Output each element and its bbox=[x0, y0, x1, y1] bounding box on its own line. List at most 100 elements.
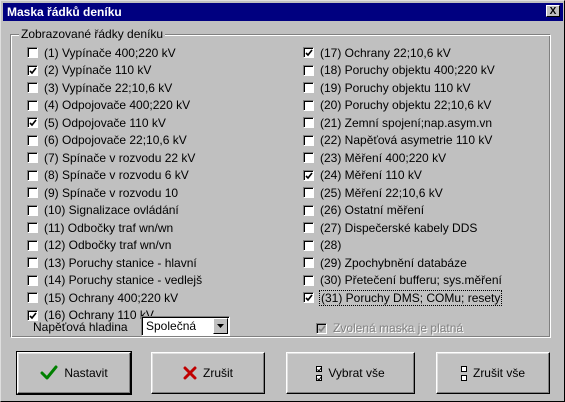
checkbox-box[interactable] bbox=[303, 64, 314, 76]
checkbox-column-right: (17) Ochrany 22;10,6 kV (18) Poruchy obje… bbox=[303, 44, 503, 307]
journal-row-checkbox[interactable]: (22) Napěťová asymetrie 110 kV bbox=[303, 132, 502, 150]
journal-row-checkbox[interactable]: (1) Vypínače 400;220 kV bbox=[27, 44, 202, 62]
checkbox-box[interactable] bbox=[303, 222, 314, 234]
checkbox-box[interactable] bbox=[303, 117, 314, 129]
checkbox-label: (7) Spínače v rozvodu 22 kV bbox=[44, 150, 196, 165]
journal-row-checkbox[interactable]: (12) Odbočky traf wn/vn bbox=[27, 237, 202, 255]
checkbox-box[interactable] bbox=[303, 292, 314, 304]
checkbox-label: (27) Dispečerské kabely DDS bbox=[320, 220, 478, 235]
checkbox-label: (13) Poruchy stanice - hlavní bbox=[44, 255, 197, 270]
checkbox-box[interactable] bbox=[303, 169, 314, 181]
journal-row-checkbox[interactable]: (11) Odbočky traf wn/wn bbox=[27, 219, 202, 237]
journal-row-checkbox[interactable]: (14) Poruchy stanice - vedlejš bbox=[27, 272, 202, 290]
checkbox-box[interactable] bbox=[27, 82, 38, 94]
journal-row-checkbox[interactable]: (3) Vypínače 22;10,6 kV bbox=[27, 79, 202, 97]
journal-row-checkbox[interactable]: (7) Spínače v rozvodu 22 kV bbox=[27, 149, 202, 167]
checkbox-box[interactable] bbox=[27, 47, 38, 59]
checkbox-box[interactable] bbox=[27, 99, 38, 111]
checkbox-box[interactable] bbox=[303, 82, 314, 94]
checkmark-icon bbox=[29, 119, 37, 127]
green-check-icon bbox=[40, 365, 58, 380]
journal-row-checkbox[interactable]: (23) Měření 400;220 kV bbox=[303, 149, 502, 167]
checkbox-box[interactable] bbox=[27, 257, 38, 269]
journal-row-checkbox[interactable]: (2) Vypínače 110 kV bbox=[27, 62, 202, 80]
journal-row-checkbox[interactable]: (27) Dispečerské kabely DDS bbox=[303, 219, 502, 237]
checkbox-label: (24) Měření 110 kV bbox=[320, 168, 422, 183]
journal-row-checkbox[interactable]: (19) Poruchy objektu 110 kV bbox=[303, 79, 502, 97]
checkbox-box[interactable] bbox=[303, 152, 314, 164]
checkbox-box[interactable] bbox=[27, 292, 38, 304]
mask-valid-checkbox[interactable]: Zvolená maska je platná bbox=[316, 321, 463, 335]
checkbox-box[interactable] bbox=[27, 117, 38, 129]
checkbox-box[interactable] bbox=[27, 187, 38, 199]
journal-row-checkbox[interactable]: (28) bbox=[303, 237, 502, 255]
checkbox-label: (17) Ochrany 22;10,6 kV bbox=[320, 45, 451, 60]
checkbox-label: (18) Poruchy objektu 400;220 kV bbox=[320, 63, 495, 78]
checkbox-label: (19) Poruchy objektu 110 kV bbox=[320, 80, 471, 95]
checkmark-icon bbox=[29, 312, 37, 319]
checkbox-column-left: (1) Vypínače 400;220 kV (2) Vypínače 110 … bbox=[27, 44, 202, 324]
journal-row-checkbox[interactable]: (18) Poruchy objektu 400;220 kV bbox=[303, 62, 502, 80]
checkbox-box[interactable] bbox=[303, 99, 314, 111]
journal-row-checkbox[interactable]: (24) Měření 110 kV bbox=[303, 167, 502, 185]
journal-row-checkbox[interactable]: (26) Ostatní měření bbox=[303, 202, 502, 220]
journal-row-checkbox[interactable]: (9) Spínače v rozvodu 10 bbox=[27, 184, 202, 202]
checkbox-box[interactable] bbox=[27, 239, 38, 251]
journal-row-checkbox[interactable]: (20) Poruchy objektu 22;10,6 kV bbox=[303, 97, 502, 115]
checkbox-label: (20) Poruchy objektu 22;10,6 kV bbox=[320, 98, 492, 113]
checkbox-label: (2) Vypínače 110 kV bbox=[44, 63, 152, 78]
journal-row-checkbox[interactable]: (10) Signalizace ovládání bbox=[27, 202, 202, 220]
checkbox-box[interactable] bbox=[27, 274, 38, 286]
journal-row-checkbox[interactable]: (13) Poruchy stanice - hlavní bbox=[27, 254, 202, 272]
select-all-button[interactable]: Vybrat vše bbox=[286, 352, 415, 394]
checkmark-icon bbox=[305, 172, 313, 179]
checkbox-label: (4) Odpojovače 400;220 kV bbox=[44, 98, 191, 113]
window-title: Maska řádků deníku bbox=[7, 5, 122, 19]
journal-row-checkbox[interactable]: (21) Zemní spojení;nap.asym.vn bbox=[303, 114, 502, 132]
checkbox-box[interactable] bbox=[27, 152, 38, 164]
checkbox-label: (12) Odbočky traf wn/vn bbox=[44, 238, 172, 253]
journal-row-checkbox[interactable]: (31) Poruchy DMS; COMu; resety bbox=[303, 289, 503, 307]
checkbox-box[interactable] bbox=[303, 187, 314, 199]
select-all-label: Vybrat vše bbox=[328, 366, 385, 380]
journal-row-checkbox[interactable]: (4) Odpojovače 400;220 kV bbox=[27, 97, 202, 115]
checkbox-box[interactable] bbox=[27, 204, 38, 216]
checkbox-box[interactable] bbox=[303, 257, 314, 269]
journal-row-checkbox[interactable]: (6) Odpojovače 22;10,6 kV bbox=[27, 132, 202, 150]
checkmark-icon bbox=[318, 325, 326, 332]
set-button[interactable]: Nastavit bbox=[16, 351, 132, 395]
mask-valid-box[interactable] bbox=[316, 322, 327, 334]
title-bar: Maska řádků deníku X bbox=[3, 3, 563, 21]
close-button[interactable]: X bbox=[546, 5, 560, 17]
voltage-level-label: Napěťová hladina bbox=[33, 320, 128, 334]
checkbox-label: (14) Poruchy stanice - vedlejš bbox=[44, 273, 203, 288]
journal-row-checkbox[interactable]: (15) Ochrany 400;220 kV bbox=[27, 289, 202, 307]
checkbox-box[interactable] bbox=[303, 274, 314, 286]
cancel-button-label: Zrušit bbox=[203, 366, 233, 380]
chevron-down-icon bbox=[217, 324, 224, 328]
checkbox-box[interactable] bbox=[27, 64, 38, 76]
checkbox-box[interactable] bbox=[27, 169, 38, 181]
journal-row-checkbox[interactable]: (17) Ochrany 22;10,6 kV bbox=[303, 44, 502, 62]
checkbox-box[interactable] bbox=[303, 47, 314, 59]
checkbox-box[interactable] bbox=[27, 134, 38, 146]
cancel-button[interactable]: Zrušit bbox=[151, 352, 265, 394]
checkbox-box[interactable] bbox=[303, 204, 314, 216]
dropdown-arrow-button[interactable] bbox=[213, 318, 228, 334]
journal-row-checkbox[interactable]: (30) Přetečení bufferu; sys.měření bbox=[303, 272, 502, 290]
journal-row-checkbox[interactable]: (29) Zpochybnění databáze bbox=[303, 254, 502, 272]
checkbox-box[interactable] bbox=[303, 239, 314, 251]
checkbox-label: (1) Vypínače 400;220 kV bbox=[44, 45, 176, 60]
empty-boxes-icon bbox=[460, 365, 467, 381]
checkbox-box[interactable] bbox=[303, 134, 314, 146]
checkbox-box[interactable] bbox=[27, 222, 38, 234]
checkbox-label: (29) Zpochybnění databáze bbox=[320, 255, 467, 270]
checkbox-label: (15) Ochrany 400;220 kV bbox=[44, 290, 179, 305]
voltage-level-select[interactable]: Společná bbox=[141, 316, 230, 336]
journal-row-checkbox[interactable]: (5) Odpojovače 110 kV bbox=[27, 114, 202, 132]
checkmark-icon bbox=[305, 294, 313, 302]
journal-row-checkbox[interactable]: (8) Spínače v rozvodu 6 kV bbox=[27, 167, 202, 185]
checkbox-label: (9) Spínače v rozvodu 10 bbox=[44, 185, 179, 200]
journal-row-checkbox[interactable]: (25) Měření 22;10,6 kV bbox=[303, 184, 502, 202]
clear-all-button[interactable]: Zrušit vše bbox=[436, 352, 550, 394]
